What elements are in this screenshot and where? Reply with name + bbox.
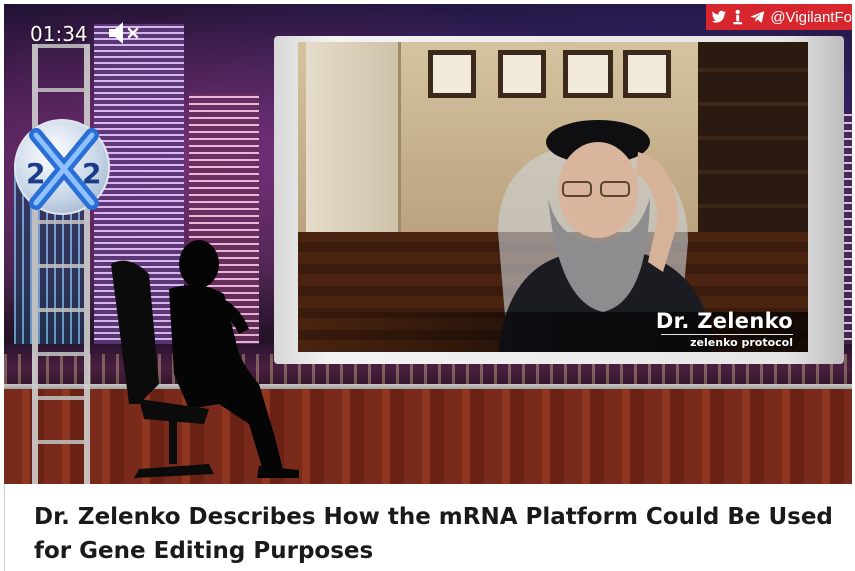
mute-button[interactable] [107, 20, 141, 46]
card-border [4, 484, 5, 571]
video-card: 2 2 Dr. Zelenko zelenko protocol 01:34 @… [0, 0, 855, 571]
rumble-icon [733, 9, 743, 25]
social-banner[interactable]: @VigilantFo [706, 4, 852, 30]
wall-certificate [563, 50, 613, 98]
speaker-muted-icon [109, 22, 139, 44]
telegram-icon [750, 11, 765, 23]
social-handle[interactable]: @VigilantFo [770, 9, 852, 26]
wall-certificate [428, 50, 476, 98]
speaker-subtitle: zelenko protocol [690, 336, 793, 349]
wall-certificate [623, 50, 671, 98]
channel-logo: 2 2 [14, 119, 110, 215]
svg-text:2: 2 [26, 157, 45, 190]
studio-column [32, 44, 90, 484]
video-timestamp: 01:34 [30, 22, 88, 46]
lower-third-divider [661, 334, 793, 335]
video-title[interactable]: Dr. Zelenko Describes How the mRNA Platf… [34, 500, 834, 568]
2x2-logo-icon: 2 2 [26, 128, 101, 210]
office-door [306, 42, 401, 232]
wall-certificate [498, 50, 546, 98]
speaker-name: Dr. Zelenko [655, 309, 793, 333]
svg-text:2: 2 [82, 157, 101, 190]
twitter-icon [711, 10, 726, 23]
inset-video [298, 42, 808, 352]
